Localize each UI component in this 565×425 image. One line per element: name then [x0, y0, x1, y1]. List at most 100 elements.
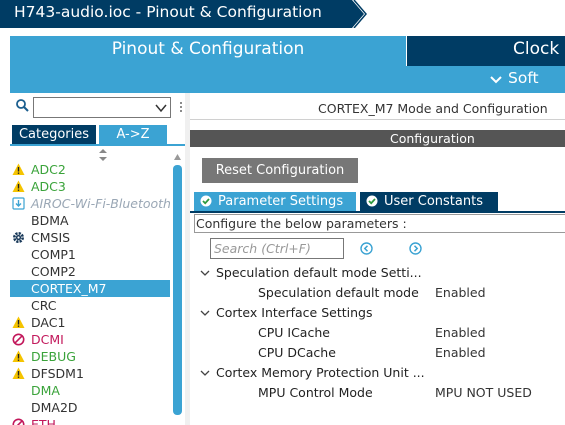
peripheral-item-label: ETH	[31, 417, 56, 425]
parameter-name: CPU DCache	[258, 345, 336, 360]
software-packs-menu[interactable]: Soft	[508, 69, 539, 87]
peripheral-item-label: DAC1	[31, 315, 66, 330]
tab-user-constants-label: User Constants	[384, 194, 483, 209]
breadcrumb-chevron-icon	[353, 0, 367, 28]
peripheral-item-label: DMA2D	[31, 400, 78, 415]
tab-parameter-settings[interactable]: Parameter Settings	[194, 192, 356, 211]
chevron-down-icon[interactable]	[490, 75, 502, 85]
warning-icon	[12, 350, 25, 362]
parameter-group-title: Cortex Interface Settings	[216, 305, 373, 320]
tab-a-z[interactable]: A->Z	[99, 125, 167, 144]
warning-icon	[12, 180, 25, 192]
peripheral-item-label: DEBUG	[31, 349, 76, 364]
parameter-name: Speculation default mode	[258, 285, 419, 300]
forbidden-icon	[12, 418, 25, 425]
collapse-handle-icon[interactable]	[178, 101, 184, 113]
tab-user-constants[interactable]: User Constants	[360, 192, 498, 211]
mode-title: CORTEX_M7 Mode and Configuration	[318, 101, 548, 116]
peripheral-item-adc3[interactable]: ADC3	[10, 178, 170, 195]
check-circle-icon	[200, 195, 212, 207]
tab-pinout-configuration[interactable]: Pinout & Configuration	[10, 36, 406, 66]
peripheral-item-comp1[interactable]: COMP1	[10, 246, 170, 263]
divider	[190, 119, 565, 120]
peripheral-item-dac1[interactable]: DAC1	[10, 314, 170, 331]
tab-categories[interactable]: Categories	[12, 125, 96, 144]
parameter-value[interactable]: Enabled	[435, 343, 486, 363]
peripheral-item-dma[interactable]: DMA	[10, 382, 170, 399]
parameter-value[interactable]: MPU NOT USED	[435, 383, 532, 403]
peripheral-list-panel: Categories A->Z ADC2 ADC3 AIROC-Wi-Fi-Blue…	[10, 93, 185, 425]
configuration-panel: CORTEX_M7 Mode and Configuration Configu…	[190, 93, 565, 425]
chevron-down-icon[interactable]	[154, 101, 168, 115]
download-icon	[12, 197, 25, 210]
peripheral-item-dcmi[interactable]: DCMI	[10, 331, 170, 348]
warning-icon	[12, 316, 25, 328]
peripheral-item-cmsis[interactable]: CMSIS	[10, 229, 170, 246]
chevron-down-icon[interactable]	[200, 268, 210, 278]
parameter-search-input[interactable]: Search (Ctrl+F)	[210, 238, 344, 259]
peripheral-item-adc2[interactable]: ADC2	[10, 161, 170, 178]
peripheral-item-label: COMP1	[31, 247, 76, 262]
window-title: H743-audio.ioc - Pinout & Configuration	[14, 3, 322, 21]
peripheral-item-label: DFSDM1	[31, 366, 84, 381]
peripheral-item-bdma[interactable]: BDMA	[10, 212, 170, 229]
parameter-group-title: Speculation default mode Setti...	[216, 265, 422, 280]
tab-parameter-settings-label: Parameter Settings	[218, 194, 344, 209]
peripheral-item-crc[interactable]: CRC	[10, 297, 170, 314]
scroll-up-icon[interactable]	[173, 153, 182, 162]
sub-toolbar: Soft	[10, 66, 565, 93]
configuration-header: Configuration	[190, 130, 565, 147]
parameter-row[interactable]: CPU DCache Enabled	[190, 343, 565, 363]
peripheral-item-eth[interactable]: ETH	[10, 416, 170, 425]
forbidden-icon	[12, 333, 25, 346]
tab-underline	[10, 144, 185, 146]
peripheral-item-label: BDMA	[31, 213, 69, 228]
peripheral-item-dfsdm1[interactable]: DFSDM1	[10, 365, 170, 382]
parameter-row[interactable]: MPU Control Mode MPU NOT USED	[190, 383, 565, 403]
parameter-group-title: Cortex Memory Protection Unit ...	[216, 365, 425, 380]
peripheral-item-airoc-wi-fi-bluetooth[interactable]: AIROC-Wi-Fi-Bluetooth	[10, 195, 170, 212]
chevron-down-icon[interactable]	[200, 308, 210, 318]
chevron-down-icon[interactable]	[200, 368, 210, 378]
previous-match-icon[interactable]	[360, 242, 373, 255]
peripheral-item-label: COMP2	[31, 264, 76, 279]
configuration-title: Configuration	[390, 131, 475, 146]
reset-configuration-button[interactable]: Reset Configuration	[202, 158, 358, 183]
peripheral-item-label: CORTEX_M7	[31, 281, 107, 296]
peripheral-item-label: CMSIS	[31, 230, 71, 245]
gear-icon	[13, 232, 24, 243]
warning-icon	[12, 367, 25, 379]
peripheral-item-debug[interactable]: DEBUG	[10, 348, 170, 365]
parameter-row[interactable]: Speculation default mode Enabled	[190, 283, 565, 303]
tab-underline	[190, 211, 565, 213]
peripheral-item-label: AIROC-Wi-Fi-Bluetooth	[31, 196, 170, 211]
list-scrollbar[interactable]	[173, 165, 182, 415]
parameter-row[interactable]: CPU ICache Enabled	[190, 323, 565, 343]
sort-icon[interactable]	[98, 149, 108, 161]
peripheral-search-combo[interactable]	[33, 97, 171, 118]
title-bar: H743-audio.ioc - Pinout & Configuration	[0, 0, 565, 28]
tab-pinout-label: Pinout & Configuration	[111, 39, 305, 59]
tab-clock-label: Clock	[513, 39, 560, 59]
peripheral-list: ADC2 ADC3 AIROC-Wi-Fi-Bluetooth BDMA CMSIS CO…	[10, 161, 170, 425]
peripheral-item-label: ADC3	[31, 179, 66, 194]
peripheral-item-label: DMA	[31, 383, 60, 398]
peripheral-item-label: DCMI	[31, 332, 64, 347]
parameter-name: MPU Control Mode	[258, 385, 373, 400]
parameter-group[interactable]: Cortex Memory Protection Unit ...	[190, 363, 565, 383]
parameter-group[interactable]: Speculation default mode Setti...	[190, 263, 565, 283]
next-match-icon[interactable]	[409, 242, 422, 255]
search-icon	[16, 99, 29, 112]
parameter-name: CPU ICache	[258, 325, 330, 340]
parameter-value[interactable]: Enabled	[435, 283, 486, 303]
check-circle-icon	[366, 195, 378, 207]
parameter-value[interactable]: Enabled	[435, 323, 486, 343]
warning-icon	[12, 163, 25, 175]
tab-clock-configuration[interactable]: Clock	[407, 36, 565, 66]
peripheral-item-dma2d[interactable]: DMA2D	[10, 399, 170, 416]
peripheral-item-cortex-m7[interactable]: CORTEX_M7	[10, 280, 170, 297]
peripheral-item-label: ADC2	[31, 162, 66, 177]
configure-instructions: Configure the below parameters :	[194, 214, 565, 233]
peripheral-item-comp2[interactable]: COMP2	[10, 263, 170, 280]
parameter-group[interactable]: Cortex Interface Settings	[190, 303, 565, 323]
